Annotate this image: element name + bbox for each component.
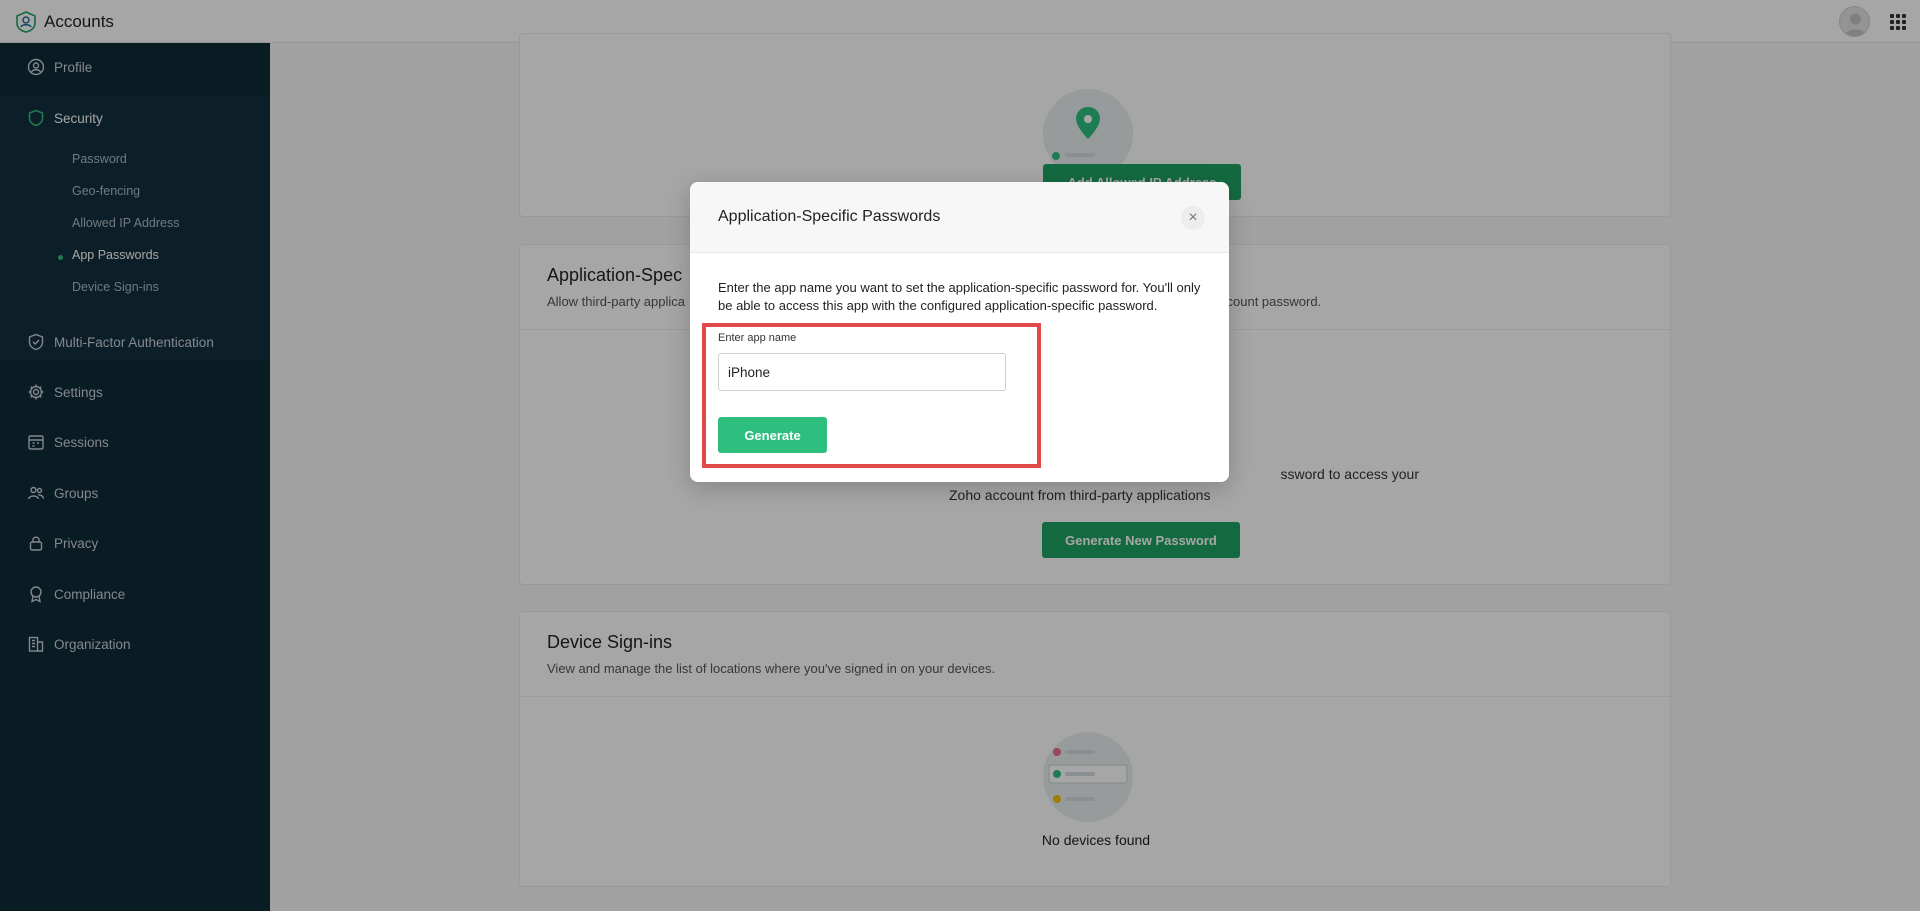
- modal-description: Enter the app name you want to set the a…: [718, 280, 1201, 313]
- modal-header: Application-Specific Passwords ×: [690, 182, 1229, 253]
- highlight-box: [702, 323, 1041, 468]
- close-icon[interactable]: ×: [1181, 206, 1205, 230]
- modal-title: Application-Specific Passwords: [718, 208, 941, 225]
